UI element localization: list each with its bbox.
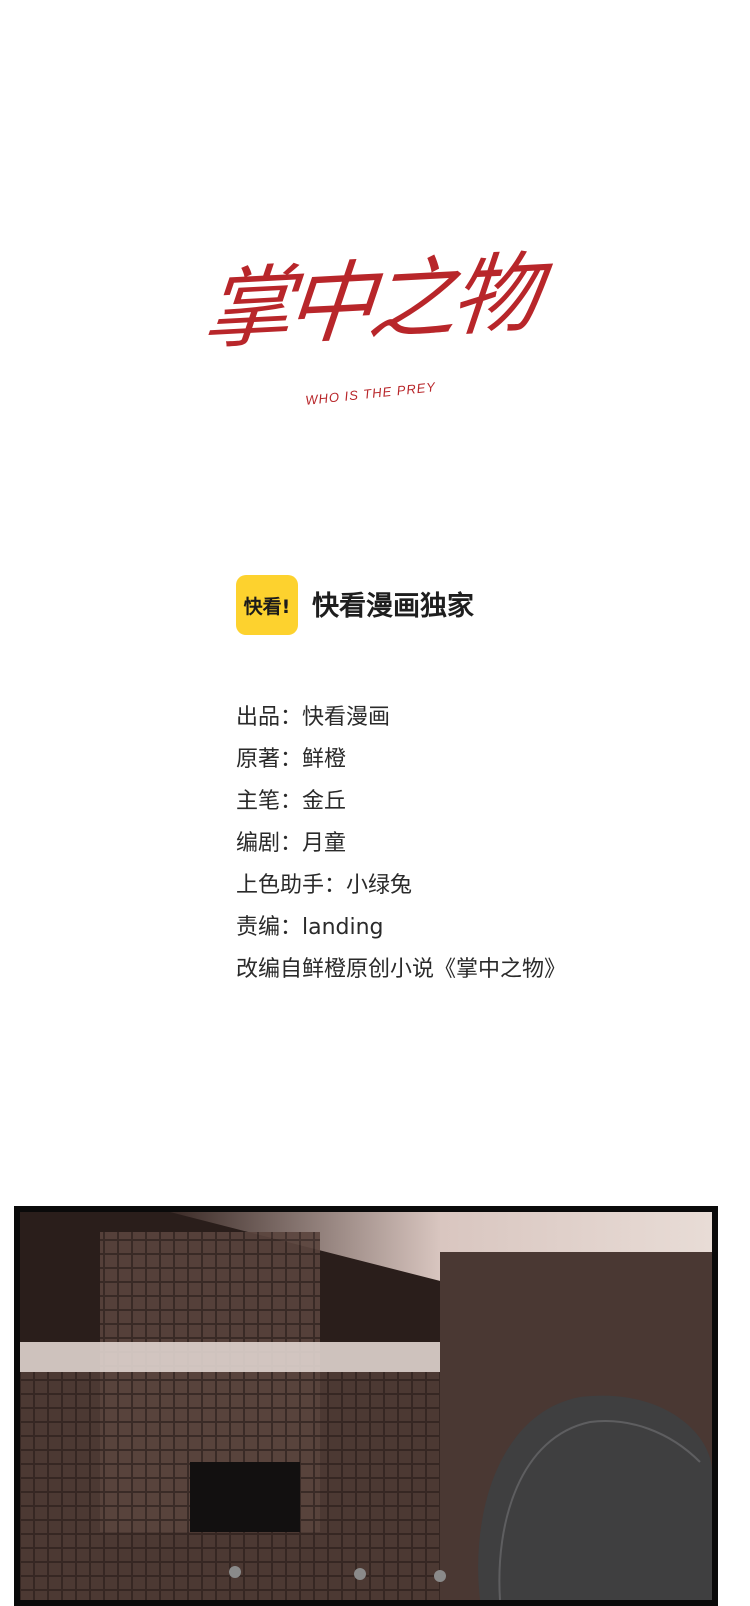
credit-original-author: 原著：鲜橙 [236,747,347,772]
credit-lead-artist: 主笔：金丘 [236,789,347,814]
series-logo: 掌中之物 WHO IS THE PREY [200,242,539,438]
kuaikan-badge-icon: 快看! [236,575,298,635]
credit-adaptation-note: 改编自鲜橙原创小说《掌中之物》 [236,957,567,982]
comic-panel-image [14,1206,718,1606]
credit-publisher: 出品：快看漫画 [236,705,391,730]
credit-color-assistant: 上色助手：小绿兔 [236,873,413,898]
logo-title: 掌中之物 [199,241,539,362]
credits-list: 出品：快看漫画 原著：鲜橙 主笔：金丘 编剧：月童 上色助手：小绿兔 责编：la… [236,702,566,996]
credit-screenwriter: 编剧：月童 [236,831,347,856]
logo-subtitle: WHO IS THE PREY [304,379,437,408]
comic-panel-illustration [20,1212,712,1600]
exclusive-label: 快看漫画独家 [312,591,474,622]
badge-text: 快看! [243,595,291,618]
credit-editor: 责编：landing [236,915,384,940]
